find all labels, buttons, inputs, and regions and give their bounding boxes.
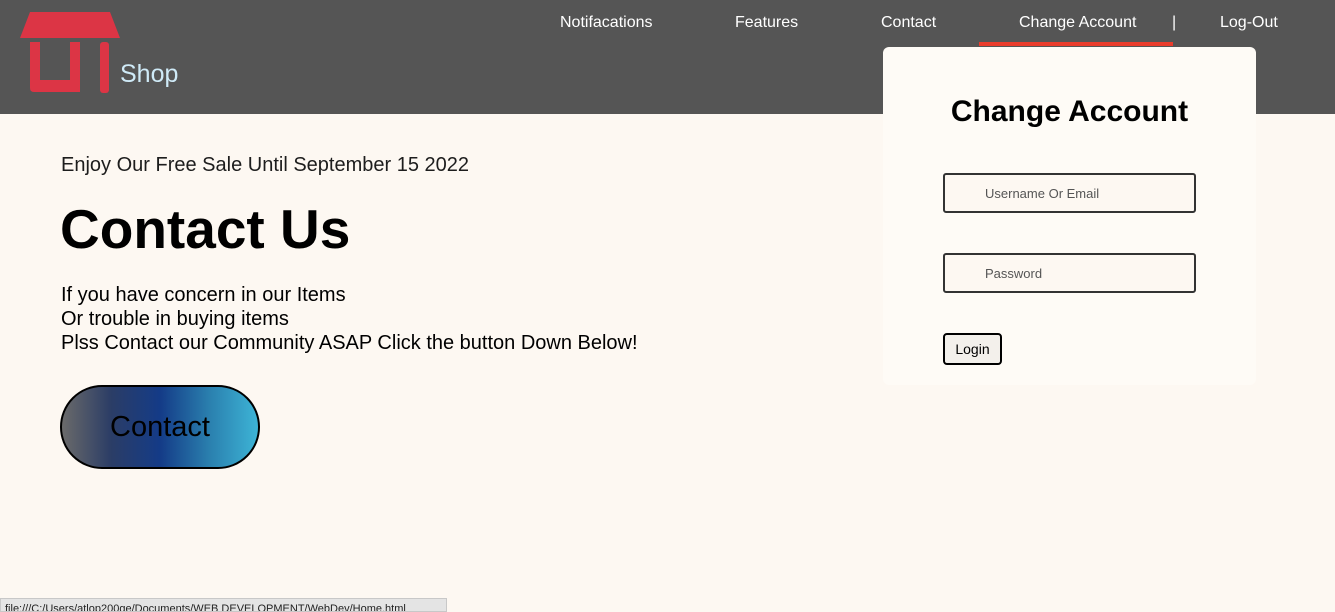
description-line-3: Plss Contact our Community ASAP Click th… [61,332,638,354]
username-input[interactable] [943,173,1196,213]
brand-name[interactable]: Shop [120,60,178,89]
contact-button[interactable]: Contact [60,385,260,469]
active-nav-indicator [979,42,1173,46]
login-button[interactable]: Login [943,333,1002,365]
password-input[interactable] [943,253,1196,293]
nav-separator: | [1172,14,1177,31]
status-bar-url: file:///C:/Users/atlop200ge/Documents/WE… [0,598,447,612]
description-line-1: If you have concern in our Items [61,284,346,306]
nav-features[interactable]: Features [735,14,798,32]
nav-change-account[interactable]: Change Account [1019,14,1136,32]
promo-banner-text: Enjoy Our Free Sale Until September 15 2… [61,154,469,176]
nav-contact[interactable]: Contact [881,14,936,32]
page-title: Contact Us [60,198,351,260]
nav-logout[interactable]: Log-Out [1220,14,1278,32]
shop-storefront-icon[interactable] [20,12,122,94]
change-account-panel: Change Account Login [883,47,1256,385]
nav-notifications[interactable]: Notifacations [560,14,653,32]
description-line-2: Or trouble in buying items [61,308,289,330]
change-account-title: Change Account [950,95,1189,128]
